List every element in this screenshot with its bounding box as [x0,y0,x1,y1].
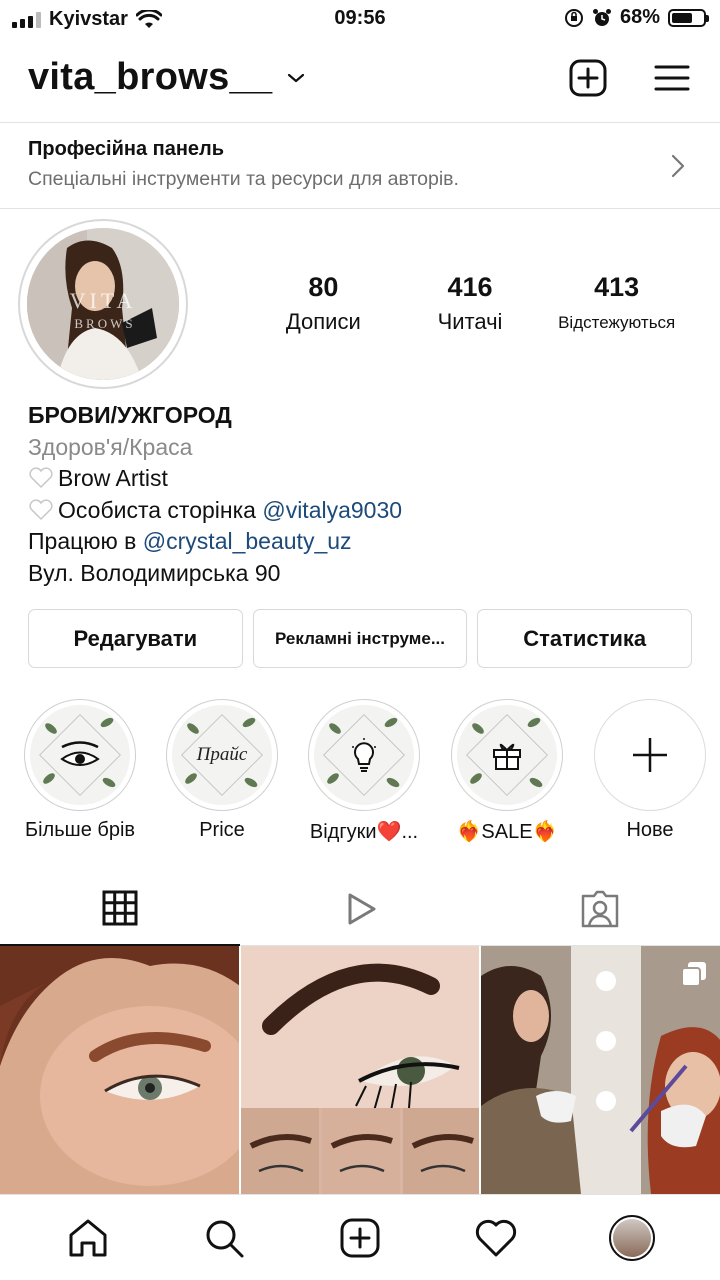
highlight-price[interactable]: Прайс Price [152,699,292,842]
chevron-right-icon [671,154,685,178]
edit-profile-button[interactable]: Редагувати [28,609,243,668]
post-image-1 [0,946,239,1194]
bio-line-1: Brow Artist [28,463,698,495]
bio-line-4: Вул. Володимирська 90 [28,559,281,586]
chevron-down-icon[interactable] [286,71,306,85]
nav-create[interactable] [330,1208,390,1268]
following-count: 413 [594,272,640,302]
gift-icon [493,743,521,770]
battery-icon [668,8,709,27]
battery-percent: 68% [619,6,660,28]
menu-icon[interactable] [654,63,690,93]
profile-name: БРОВИ/УЖГОРОД [28,402,232,428]
profile-stats: 80 Дописи 416 Читачі 413 Відстежуються [250,272,690,335]
highlight-label: ❤️‍🔥SALE❤️‍🔥 [456,821,558,843]
profile-actions: Редагувати Рекламні інструме... Статисти… [28,609,693,668]
bio-line-2: Особиста сторінка @vitalya9030 [28,495,698,527]
price-tag-icon: Прайс [196,744,248,765]
post-thumbnail[interactable] [481,946,720,1194]
lightbulb-icon [352,738,376,772]
highlight-label: Price [199,819,245,841]
following-label: Відстежуються [558,313,676,332]
new-post-icon[interactable] [568,58,608,98]
profile-tabs [0,872,720,946]
highlight-label: Відгуки❤️... [309,821,419,843]
carousel-icon [681,962,707,987]
bio-line-3-text: Працюю в [28,528,143,554]
nav-home[interactable] [58,1208,118,1268]
highlight-sale[interactable]: ❤️‍🔥SALE❤️‍🔥 [437,699,577,844]
alarm-icon [592,8,611,26]
bottom-navigation [0,1194,720,1280]
avatar: VITA BROWS [27,228,179,380]
insights-button[interactable]: Статистика [477,609,693,668]
nav-activity[interactable] [466,1208,526,1268]
highlight-label: Нове [626,819,674,841]
followers-label: Читачі [437,309,503,334]
nav-profile[interactable] [602,1208,662,1268]
post-image-2 [240,946,480,1194]
stat-followers[interactable]: 416 Читачі [397,272,544,335]
bio-line-1-text: Brow Artist [58,465,168,491]
highlight-more-brows[interactable]: Більше брів [10,699,150,842]
professional-dashboard[interactable]: Професійна панель Спеціальні інструменти… [0,122,720,209]
tagged-icon [581,890,619,927]
posts-label: Дописи [285,309,361,334]
orientation-lock-icon [564,8,583,27]
eye-brow-icon [60,741,100,766]
white-heart-icon [28,495,58,527]
create-icon [340,1218,380,1257]
new-highlight-button[interactable]: Нове [580,699,720,842]
post-thumbnail[interactable] [240,946,480,1194]
avatar-photo: VITA BROWS [27,228,179,380]
account-switcher[interactable]: vita_brows__ [28,56,306,99]
system-indicators: 68% [564,6,709,29]
pro-panel-title: Професійна панель [28,138,225,160]
mention-link-salon[interactable]: @crystal_beauty_uz [143,528,352,554]
tab-reels[interactable] [240,872,480,946]
reels-icon [348,893,376,924]
stat-posts[interactable]: 80 Дописи [250,272,397,335]
post-thumbnail[interactable] [0,946,239,1194]
stat-following[interactable]: 413 Відстежуються [543,272,690,335]
avatar-watermark: VITA [70,288,137,313]
mention-link-personal[interactable]: @vitalya9030 [262,497,402,523]
profile-avatar [609,1214,655,1261]
username[interactable]: vita_brows__ [28,56,272,99]
ad-tools-button[interactable]: Рекламні інструме... [252,609,468,668]
home-icon [69,1219,107,1256]
highlight-label: Більше брів [24,819,136,841]
highlight-reviews[interactable]: Відгуки❤️... [294,699,434,844]
avatar-watermark-2: BROWS [74,316,135,331]
heart-icon [475,1219,517,1256]
plus-icon [633,738,667,772]
search-icon [206,1220,244,1257]
profile-header: vita_brows__ [0,50,720,116]
story-highlights: Більше брів Прайс Price Відгуки❤️... [0,699,720,849]
bio-line-3: Працюю в @crystal_beauty_uz [28,526,698,558]
grid-icon [102,890,138,926]
pro-panel-subtitle: Спеціальні інструменти та ресурси для ав… [28,168,459,190]
profile-category: Здоров'я/Краса [28,433,193,460]
status-bar: Kyivstar 09:56 68% [0,0,720,36]
bio-line-2-text: Особиста сторінка [58,496,263,523]
white-heart-icon [28,463,58,495]
profile-bio: БРОВИ/УЖГОРОД Здоров'я/Краса Brow Artist… [28,400,698,589]
profile-avatar[interactable]: VITA BROWS [18,219,188,389]
followers-count: 416 [447,272,493,302]
tab-posts-grid[interactable] [0,872,240,946]
nav-search[interactable] [194,1208,254,1268]
posts-grid [0,946,720,1194]
tab-tagged[interactable] [480,872,720,946]
posts-count: 80 [308,272,339,302]
